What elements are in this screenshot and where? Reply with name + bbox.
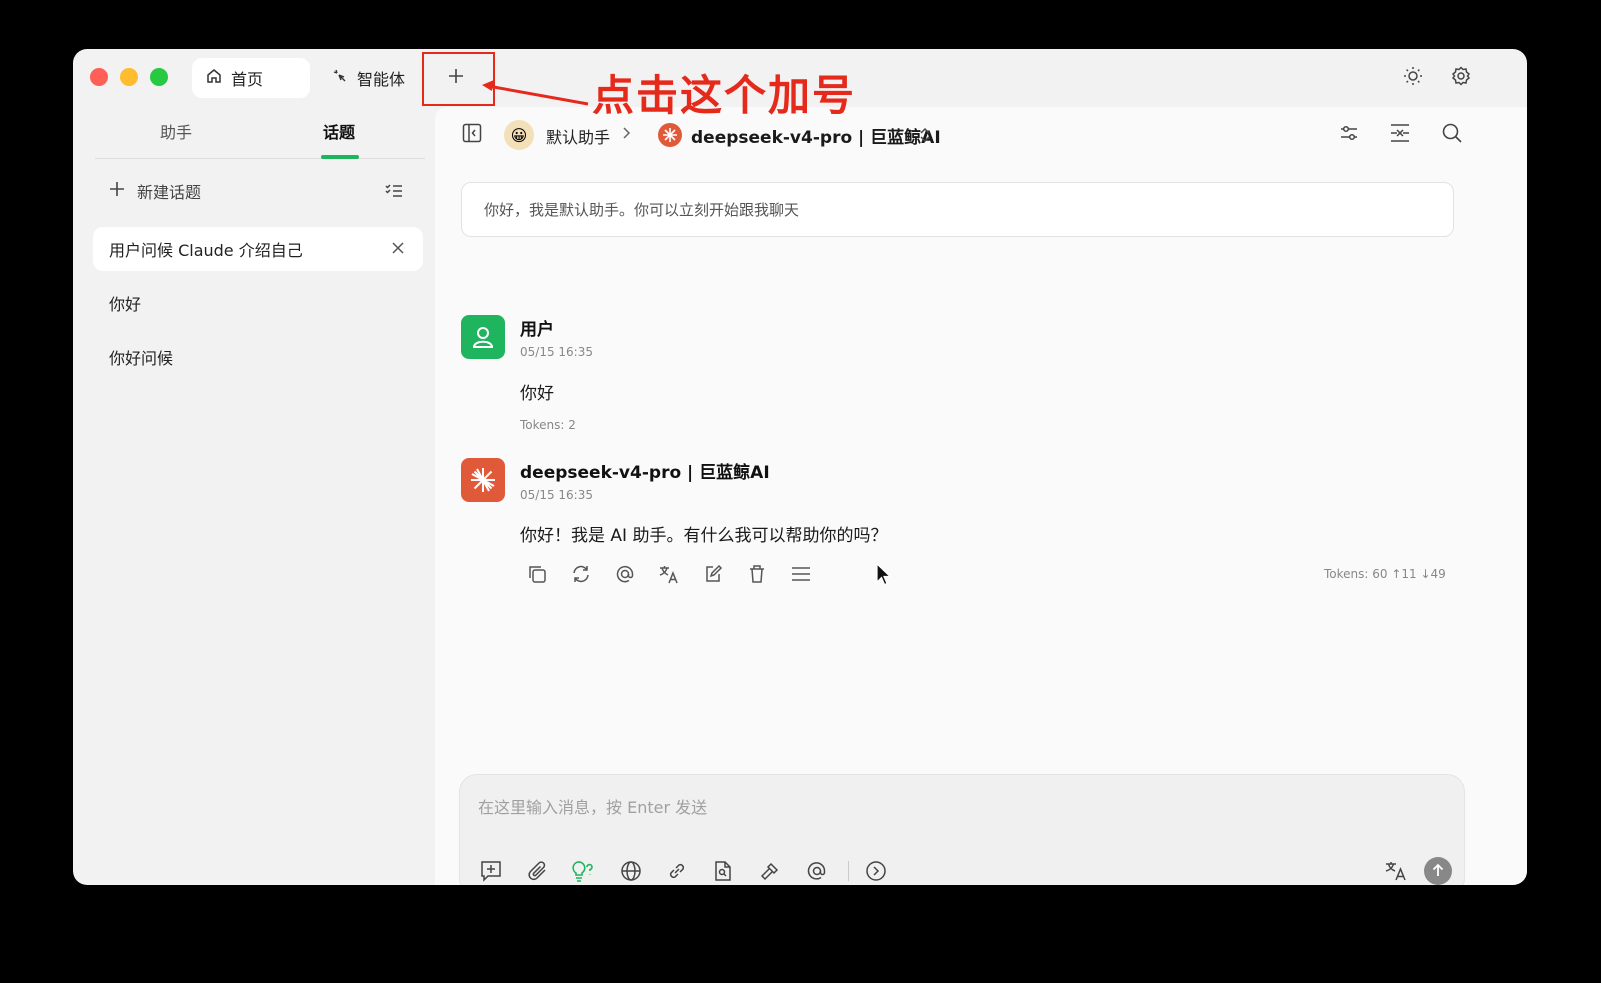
- active-tab-indicator: [321, 155, 359, 159]
- toggle-sidebar-button[interactable]: [460, 123, 484, 147]
- model-avatar[interactable]: [461, 458, 505, 502]
- search-button[interactable]: [1440, 123, 1464, 147]
- expand-more-icon[interactable]: [862, 857, 890, 885]
- message-time: 05/15 16:35: [520, 345, 593, 359]
- checklist-icon: [385, 184, 403, 203]
- topic-label: 用户问候 Claude 介绍自己: [109, 241, 303, 260]
- message-sender: 用户: [520, 320, 554, 340]
- new-topic-icon[interactable]: [477, 857, 505, 885]
- theme-toggle-button[interactable]: [1400, 65, 1426, 91]
- app-window: 首页 智能体 助手 话题 新建话题 用户问候 Claude 介绍自己 你好 你好…: [73, 49, 1527, 885]
- mention-icon[interactable]: [803, 857, 831, 885]
- maximize-window-button[interactable]: [150, 68, 168, 86]
- edit-icon[interactable]: [700, 561, 726, 587]
- sun-icon: [1403, 66, 1423, 90]
- message-input[interactable]: [478, 793, 1378, 821]
- search-icon: [1441, 122, 1463, 148]
- assistant-greeting: 你好，我是默认助手。你可以立刻开始跟我聊天: [461, 182, 1454, 237]
- translate-icon[interactable]: [1382, 857, 1410, 885]
- regenerate-icon[interactable]: [568, 561, 594, 587]
- topic-label: 你好: [109, 295, 142, 314]
- mouse-cursor-icon: [876, 563, 892, 586]
- chat-panel: 😀 默认助手 deepseek-v4-pro | 巨蓝鲸AI 你好，我是默认助手…: [435, 107, 1527, 885]
- tab-agents[interactable]: 智能体: [318, 58, 428, 98]
- sparkle-icon: [332, 68, 348, 88]
- link-icon[interactable]: [663, 857, 691, 885]
- message-composer: [459, 774, 1465, 885]
- annotation-arrow: [482, 80, 589, 106]
- message-tokens: Tokens: 60 ↑11 ↓49: [1324, 567, 1446, 581]
- assistant-emoji: 😀: [510, 125, 528, 145]
- new-topic-button[interactable]: 新建话题: [109, 179, 201, 203]
- lightbulb-icon[interactable]: [570, 857, 598, 885]
- new-topic-label: 新建话题: [137, 183, 202, 202]
- annotation-text: 点击这个加号: [592, 71, 857, 120]
- tab-home[interactable]: 首页: [192, 58, 310, 98]
- user-avatar[interactable]: [461, 315, 505, 359]
- gear-icon: [1451, 66, 1471, 90]
- chevron-right-icon: [621, 126, 631, 140]
- assistant-name[interactable]: 默认助手: [546, 124, 610, 148]
- home-icon: [206, 68, 222, 88]
- close-window-button[interactable]: [90, 68, 108, 86]
- topic-list-menu-button[interactable]: [385, 183, 403, 203]
- sidebar-collapse-icon: [462, 123, 482, 147]
- assistant-avatar[interactable]: 😀: [504, 120, 534, 150]
- send-button[interactable]: [1424, 857, 1452, 885]
- minimize-window-button[interactable]: [120, 68, 138, 86]
- topic-item[interactable]: 用户问候 Claude 介绍自己: [93, 227, 423, 271]
- document-search-icon[interactable]: [709, 857, 737, 885]
- model-logo-icon: [658, 123, 682, 147]
- tab-topics[interactable]: 话题: [323, 119, 355, 143]
- message-tokens: Tokens: 2: [520, 418, 576, 432]
- greeting-text: 你好，我是默认助手。你可以立刻开始跟我聊天: [484, 201, 800, 219]
- mention-icon[interactable]: [612, 561, 638, 587]
- model-selector[interactable]: deepseek-v4-pro | 巨蓝鲸AI: [691, 123, 941, 148]
- translate-icon[interactable]: [656, 561, 682, 587]
- arrow-up-icon: [1431, 862, 1445, 881]
- sliders-icon: [1339, 123, 1359, 147]
- expand-icon: [1389, 123, 1411, 147]
- delete-icon[interactable]: [744, 561, 770, 587]
- sidebar: 助手 话题 新建话题 用户问候 Claude 介绍自己 你好 你好问候: [73, 107, 444, 885]
- topic-label: 你好问候: [109, 349, 174, 368]
- toolbar-divider: [848, 861, 849, 881]
- globe-icon[interactable]: [617, 857, 645, 885]
- tab-home-label: 首页: [231, 70, 264, 89]
- topic-item[interactable]: 你好: [93, 281, 423, 325]
- message-text: 你好！我是 AI 助手。有什么我可以帮助你的吗？: [520, 526, 888, 546]
- chevron-updown-icon[interactable]: [919, 126, 931, 144]
- topic-item[interactable]: 你好问候: [93, 335, 423, 379]
- menu-icon[interactable]: [788, 561, 814, 587]
- sidebar-tabs: 助手 话题: [95, 115, 425, 159]
- chat-settings-button[interactable]: [1337, 123, 1361, 147]
- expand-button[interactable]: [1388, 123, 1412, 147]
- close-icon[interactable]: [391, 240, 405, 259]
- plus-icon: [109, 181, 125, 201]
- message-text: 你好: [520, 384, 554, 404]
- hammer-icon[interactable]: [756, 857, 784, 885]
- copy-icon[interactable]: [524, 561, 550, 587]
- message-sender: deepseek-v4-pro | 巨蓝鲸AI: [520, 463, 770, 483]
- message-time: 05/15 16:35: [520, 488, 593, 502]
- paperclip-icon[interactable]: [524, 857, 552, 885]
- settings-button[interactable]: [1448, 65, 1474, 91]
- tab-agents-label: 智能体: [357, 70, 406, 89]
- tab-assistants[interactable]: 助手: [160, 119, 192, 143]
